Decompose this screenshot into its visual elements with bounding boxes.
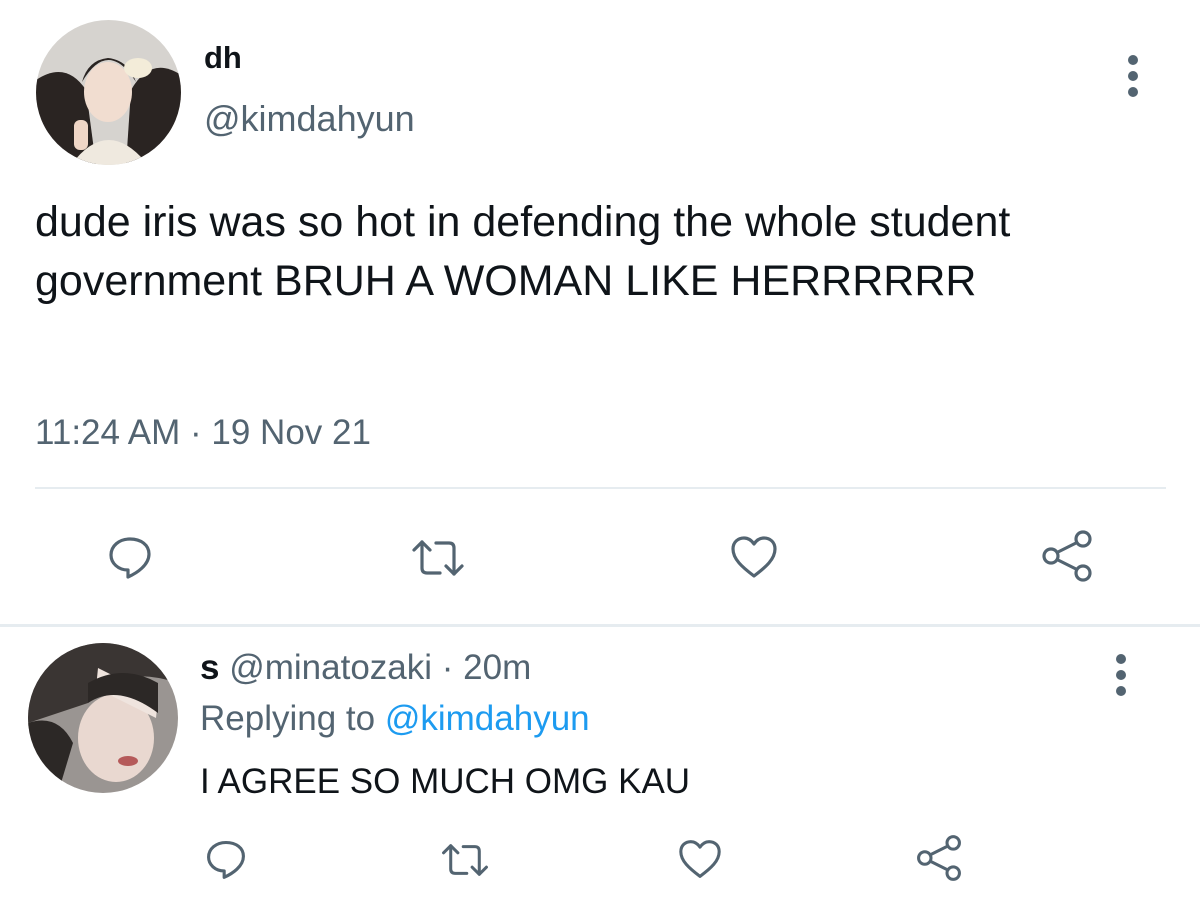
reply-icon[interactable] [204, 837, 248, 881]
share-icon[interactable] [1040, 530, 1094, 582]
display-name[interactable]: s [200, 648, 219, 687]
avatar[interactable] [36, 20, 181, 165]
reply-text: I AGREE SO MUCH OMG KAU [200, 762, 691, 801]
retweet-icon[interactable] [410, 536, 466, 580]
tweet-timestamp[interactable]: 11:24 AM · 19 Nov 21 [35, 413, 371, 453]
like-icon[interactable] [729, 534, 779, 580]
replying-to: Replying to @kimdahyun [200, 699, 590, 739]
more-options-icon[interactable] [1128, 55, 1138, 97]
tweet: dh @kimdahyun dude iris was so hot in de… [0, 0, 1200, 626]
like-icon[interactable] [677, 838, 723, 880]
reply-header: s @minatozaki · 20m [200, 648, 531, 688]
more-options-icon[interactable] [1116, 654, 1126, 696]
profile-photo [36, 20, 181, 165]
profile-photo [28, 643, 178, 793]
display-name[interactable]: dh [204, 40, 242, 76]
replying-prefix: Replying to [200, 699, 376, 738]
reply-tweet: s @minatozaki · 20m Replying to @kimdahy… [0, 627, 1200, 909]
reply-time[interactable]: 20m [463, 648, 531, 687]
retweet-icon[interactable] [440, 840, 490, 880]
dot-separator: · [441, 648, 454, 687]
user-handle[interactable]: @kimdahyun [204, 98, 415, 140]
avatar[interactable] [28, 643, 178, 793]
share-icon[interactable] [915, 834, 963, 882]
user-handle[interactable]: @minatozaki [229, 648, 432, 687]
replying-to-link[interactable]: @kimdahyun [385, 699, 590, 738]
divider [35, 487, 1166, 489]
reply-icon[interactable] [106, 533, 154, 581]
tweet-text: dude iris was so hot in defending the wh… [35, 198, 1011, 305]
